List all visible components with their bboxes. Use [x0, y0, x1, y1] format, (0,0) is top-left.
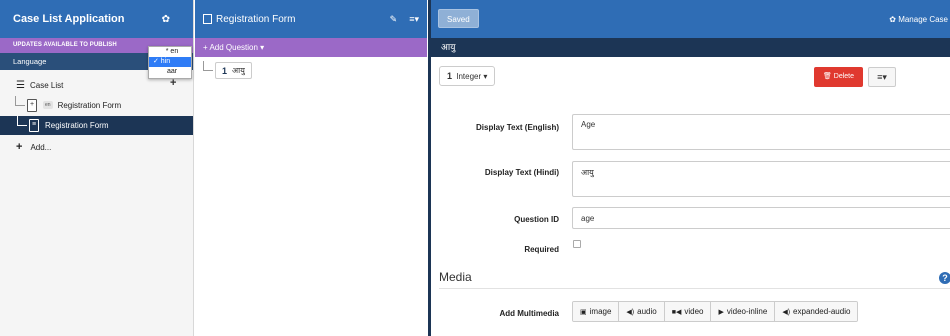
button-label: video-inline [726, 307, 768, 316]
add-question-button[interactable]: + Add Question ▾ [195, 38, 427, 57]
language-option-hin[interactable]: ✓ hin [149, 57, 191, 67]
sidebar-item-label: Registration Form [45, 121, 109, 130]
sidebar-item-case-list[interactable]: ☰ Case List [16, 80, 63, 91]
add-label: Add... [30, 142, 52, 152]
plus-icon: + [16, 141, 23, 153]
add-expanded-audio-button[interactable]: ◀) expanded-audio [775, 302, 858, 321]
display-text-hi-label: Display Text (Hindi) [484, 168, 559, 177]
add-video-inline-button[interactable]: ▶ video-inline [711, 302, 776, 321]
button-label: expanded-audio [793, 307, 851, 316]
tree-connector [17, 116, 27, 126]
language-option-en[interactable]: * en [149, 47, 191, 57]
question-label: आयु [232, 66, 245, 75]
question-item[interactable]: 1 आयु [203, 60, 252, 79]
help-icon[interactable]: ? [939, 272, 950, 284]
sidebar-item-label: Case List [29, 81, 64, 90]
menu-icon[interactable]: ≡▾ [409, 14, 419, 25]
saved-button[interactable]: Saved [438, 9, 479, 28]
gear-icon[interactable]: ✿ [162, 14, 170, 25]
question-title: आयु [431, 38, 950, 57]
question-editor: Saved ✿ Manage Case आयु 1 Integer ▾ 🗑 De… [428, 0, 950, 336]
delete-button[interactable]: 🗑 Delete [814, 67, 863, 87]
media-heading: Media [439, 270, 472, 284]
divider [439, 288, 950, 289]
required-checkbox[interactable] [573, 240, 581, 248]
language-badge: en [43, 101, 53, 109]
video-icon: ■◀ [671, 309, 682, 316]
tree-connector [203, 60, 213, 71]
audio-icon: ◀) [626, 309, 635, 316]
form-header: Registration Form ✎ ≡▾ [195, 0, 427, 38]
form-panel: Registration Form ✎ ≡▾ + Add Question ▾ … [195, 0, 427, 336]
editor-header: Saved ✿ Manage Case [431, 0, 950, 38]
sidebar-item-registration-form-en[interactable]: + en Registration Form [15, 95, 121, 115]
pencil-icon[interactable]: ✎ [390, 14, 398, 25]
multimedia-button-group: ▣ image ◀) audio ■◀ video ▶ video-inline ◀) e… [572, 301, 859, 322]
integer-icon: 1 [447, 71, 453, 81]
button-label: audio [637, 307, 657, 316]
document-icon: + [27, 98, 37, 112]
document-icon [203, 14, 212, 24]
app-header: Case List Application ✿ [0, 0, 193, 38]
integer-icon: 1 [222, 65, 228, 76]
audio-icon: ◀) [782, 309, 791, 316]
hamburger-icon: ☰ [16, 80, 25, 91]
sidebar-item-registration-form[interactable]: ≡ Registration Form [0, 116, 193, 135]
add-video-button[interactable]: ■◀ video [664, 302, 712, 321]
question-id-input[interactable]: age [572, 207, 950, 229]
question-box[interactable]: 1 आयु [215, 62, 252, 79]
add-image-button[interactable]: ▣ image [573, 302, 620, 321]
display-text-hi-field[interactable]: आयु [572, 161, 950, 197]
document-icon: ≡ [29, 119, 39, 132]
add-audio-button[interactable]: ◀) audio [619, 302, 665, 321]
language-dropdown[interactable]: * en ✓ hin aar [148, 46, 192, 79]
tree-connector [15, 95, 25, 106]
display-text-en-label: Display Text (English) [476, 123, 559, 132]
add-multimedia-label: Add Multimedia [499, 309, 559, 318]
display-text-en-field[interactable]: Age [572, 114, 950, 150]
button-label: video [684, 307, 704, 316]
required-label: Required [524, 245, 559, 254]
question-id-label: Question ID [514, 215, 559, 224]
editor-menu-button[interactable]: ≡▾ [868, 67, 896, 87]
play-icon: ▶ [718, 309, 724, 316]
manage-case-link[interactable]: ✿ Manage Case [889, 15, 948, 24]
add-menu-button[interactable]: + Add... [16, 141, 51, 153]
question-type-label: Integer ▾ [456, 72, 488, 81]
language-option-aar[interactable]: aar [149, 67, 191, 77]
question-type-dropdown[interactable]: 1 Integer ▾ [439, 66, 496, 86]
sidebar-item-label: Registration Form [57, 100, 122, 110]
button-label: image [589, 307, 612, 316]
app-title[interactable]: Case List Application [13, 13, 162, 25]
form-title: Registration Form [216, 13, 296, 25]
image-icon: ▣ [580, 309, 587, 316]
